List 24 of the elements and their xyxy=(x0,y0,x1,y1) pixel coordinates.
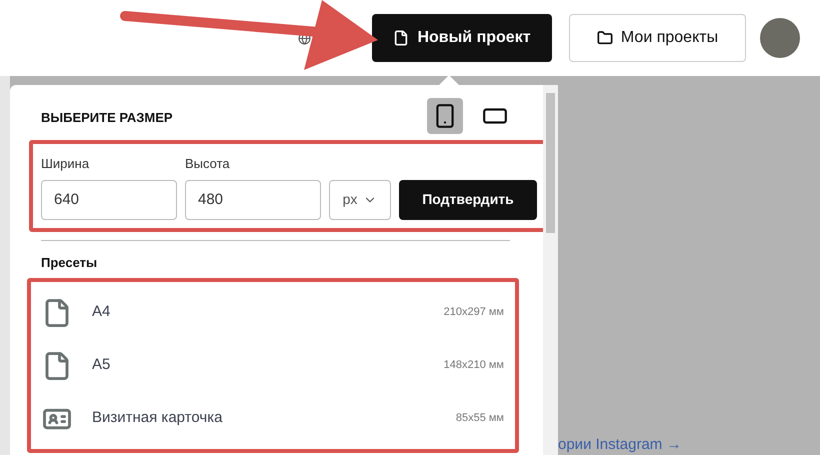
orientation-button[interactable] xyxy=(427,98,463,134)
dialog-title: ВЫБЕРИТЕ РАЗМЕР xyxy=(41,108,174,127)
preset-size: 85x55 мм xyxy=(456,411,504,426)
avatar[interactable] xyxy=(760,18,800,58)
my-projects-button[interactable]: Мои проекты xyxy=(569,14,746,62)
preset-name: А5 xyxy=(92,355,112,376)
presets-title: Пресеты xyxy=(41,254,98,272)
preset-item[interactable]: А5 148x210 мм xyxy=(31,339,515,392)
preset-item[interactable]: А4 210x297 мм xyxy=(31,286,515,339)
unit-dropdown[interactable]: px xyxy=(329,180,391,220)
preset-item[interactable]: Визитная карточка 85x55 мм xyxy=(31,392,515,445)
new-project-button[interactable]: Новый проект xyxy=(372,14,552,62)
height-input[interactable]: 480 xyxy=(185,180,321,220)
confirm-button[interactable]: Подтвердить xyxy=(399,180,537,220)
width-input[interactable]: 640 xyxy=(41,180,177,220)
width-label: Ширина xyxy=(41,155,90,173)
preset-name: А4 xyxy=(92,302,112,322)
preset-size: 210x297 мм xyxy=(444,305,504,320)
height-label: Высота xyxy=(185,155,231,173)
preset-size: 148x210 мм xyxy=(444,358,504,374)
scrollbar-thumb[interactable] xyxy=(546,93,555,233)
preset-name: Визитная карточка xyxy=(92,408,224,428)
folder-icon xyxy=(596,30,613,46)
document-icon xyxy=(393,30,410,46)
